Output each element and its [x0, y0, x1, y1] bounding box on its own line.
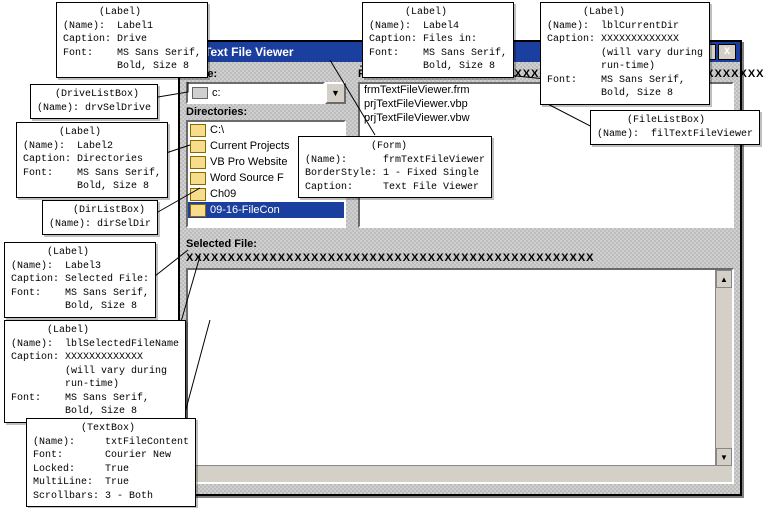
callout-label1: (Label) (Name): Label1 Caption: Drive Fo… [56, 2, 208, 78]
callout-label2: (Label) (Name): Label2 Caption: Director… [16, 122, 168, 198]
callout-textbox: (TextBox) (Name): txtFileContent Font: C… [26, 418, 196, 507]
window-title: Text File Viewer [204, 45, 294, 59]
form-window: Text File Viewer _ □ X Drive: Files in: … [178, 40, 742, 496]
scroll-up-icon[interactable]: ▲ [716, 270, 732, 288]
callout-label3: (Label) (Name): Label3 Caption: Selected… [4, 242, 156, 318]
drive-value: c: [212, 87, 221, 99]
label-directories: Directories: [186, 106, 247, 118]
dir-label: Word Source F [210, 172, 284, 184]
label-selected-filename: XXXXXXXXXXXXXXXXXXXXXXXXXXXXXXXXXXXXXXXX… [186, 252, 595, 264]
callout-drivelistbox: (DriveListBox) (Name): drvSelDrive [30, 84, 158, 119]
dir-label: Current Projects [210, 140, 289, 152]
folder-icon [190, 204, 206, 217]
vertical-scrollbar[interactable]: ▲ ▼ [715, 270, 732, 482]
callout-form: (Form) (Name): frmTextFileViewer BorderS… [298, 136, 492, 198]
text-file-content[interactable]: ▲ ▼ [186, 268, 734, 484]
folder-icon [190, 140, 206, 153]
close-button[interactable]: X [718, 44, 736, 60]
callout-lblcurrentdir: (Label) (Name): lblCurrentDir Caption: X… [540, 2, 710, 105]
folder-icon [190, 188, 206, 201]
dir-row-selected: 09-16-FileCon [188, 202, 344, 218]
folder-icon [190, 124, 206, 137]
callout-filelistbox: (FileListBox) (Name): filTextFileViewer [590, 110, 760, 145]
dropdown-button[interactable]: ▼ [325, 82, 346, 104]
dir-label: C:\ [210, 124, 224, 136]
drive-listbox[interactable]: c: ▼ [186, 82, 346, 104]
callout-label4: (Label) (Name): Label4 Caption: Files in… [362, 2, 514, 78]
dir-label: VB Pro Website [210, 156, 287, 168]
folder-icon [190, 156, 206, 169]
chevron-down-icon: ▼ [331, 88, 340, 98]
scroll-down-icon[interactable]: ▼ [716, 448, 732, 466]
horizontal-scrollbar[interactable] [188, 465, 716, 482]
label-selected: Selected File: [186, 238, 257, 250]
dir-label: 09-16-FileCon [210, 204, 280, 216]
dir-label: Ch09 [210, 188, 236, 200]
callout-lblselected: (Label) (Name): lblSelectedFileName Capt… [4, 320, 186, 423]
folder-icon [190, 172, 206, 185]
drive-icon [192, 87, 208, 99]
callout-dirlistbox: (DirListBox) (Name): dirSelDir [42, 200, 158, 235]
